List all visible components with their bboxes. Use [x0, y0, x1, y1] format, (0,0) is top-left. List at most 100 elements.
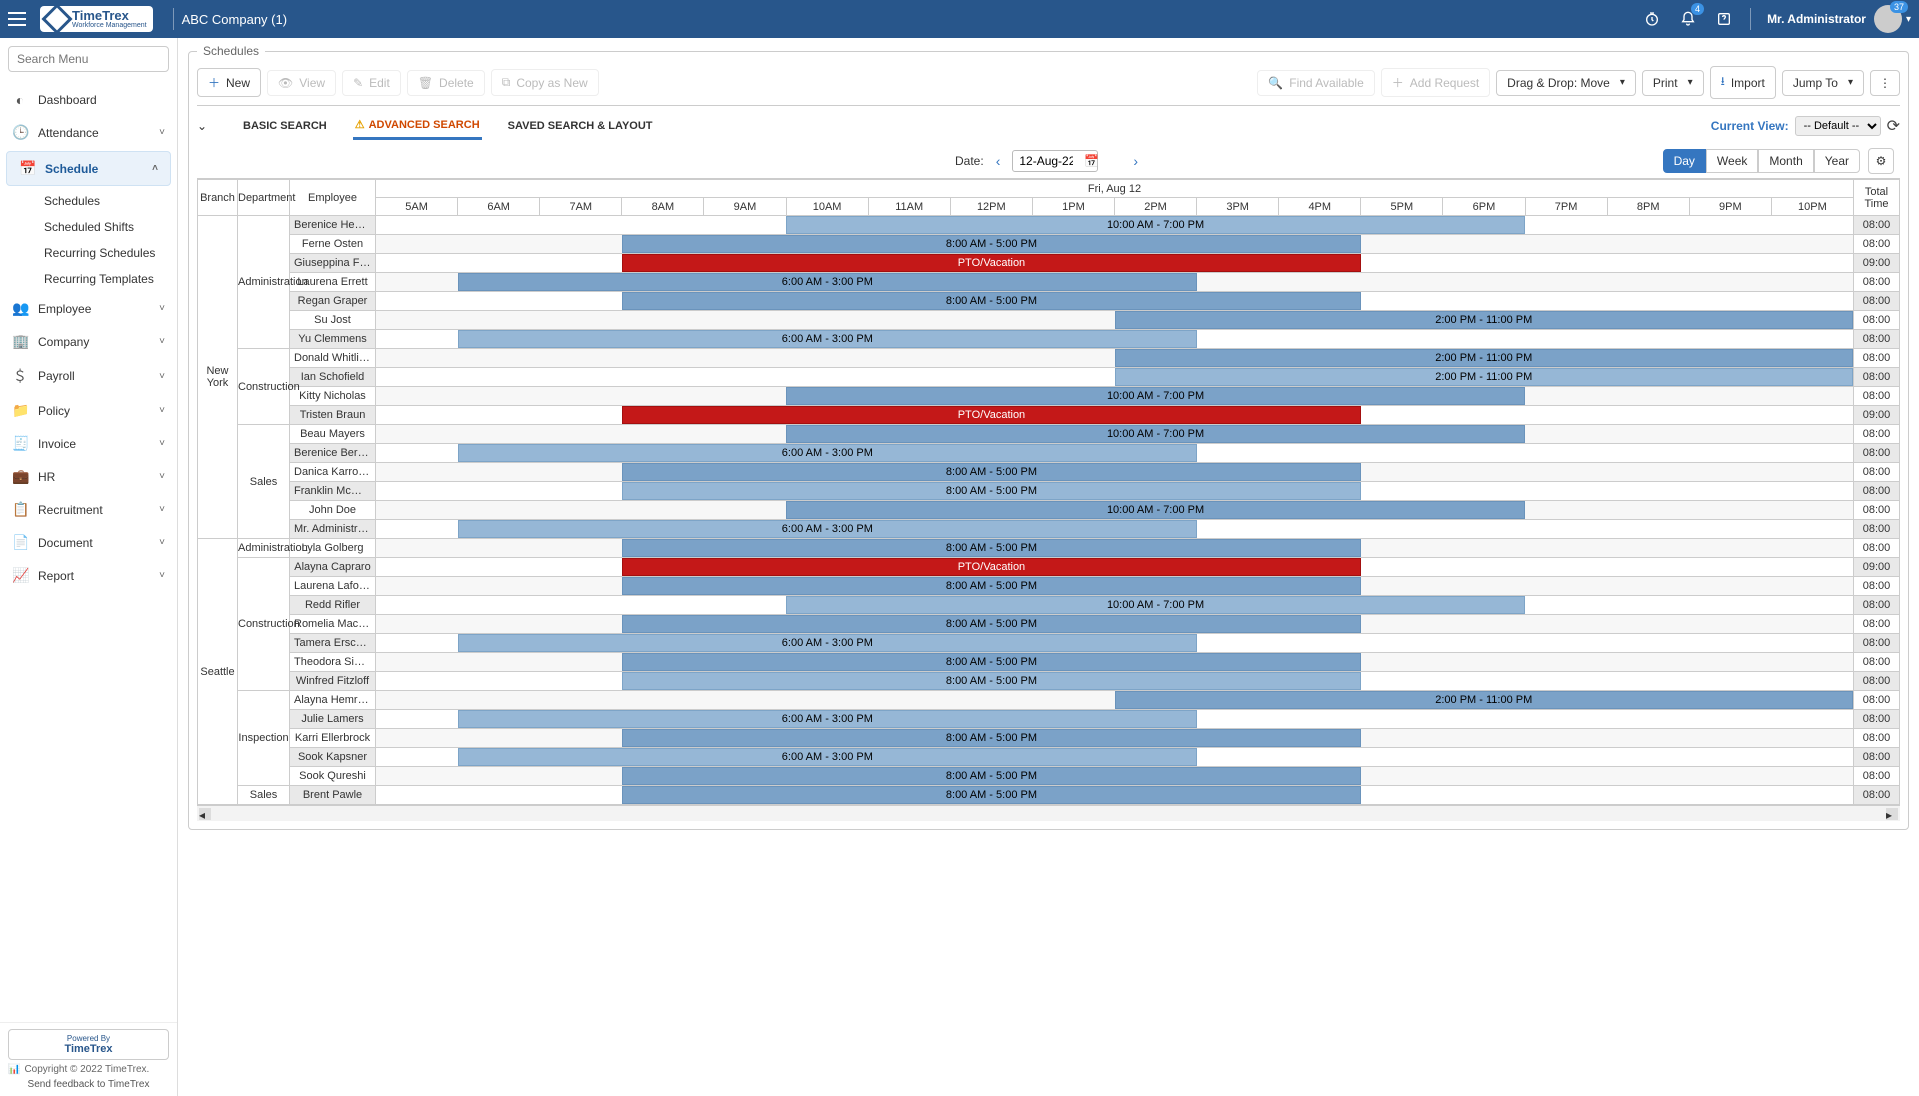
- schedule-row[interactable]: Mr. Administrator6:00 AM - 3:00 PM08:00: [198, 520, 1900, 539]
- feedback-link[interactable]: Send feedback to TimeTrex: [28, 1079, 150, 1090]
- sidebar-subitem-schedules[interactable]: Schedules: [32, 188, 177, 214]
- schedule-row[interactable]: Yu Clemmens6:00 AM - 3:00 PM08:00: [198, 330, 1900, 349]
- schedule-row[interactable]: Karri Ellerbrock8:00 AM - 5:00 PM08:00: [198, 729, 1900, 748]
- schedule-row[interactable]: Julie Lamers6:00 AM - 3:00 PM08:00: [198, 710, 1900, 729]
- shift-bar[interactable]: 8:00 AM - 5:00 PM: [622, 463, 1361, 481]
- new-button[interactable]: ＋New: [197, 68, 261, 97]
- shift-bar[interactable]: 10:00 AM - 7:00 PM: [786, 425, 1525, 443]
- timeline-cell[interactable]: PTO/Vacation: [376, 406, 1854, 425]
- timeline-cell[interactable]: 6:00 AM - 3:00 PM: [376, 634, 1854, 653]
- schedule-row[interactable]: Winfred Fitzloff8:00 AM - 5:00 PM08:00: [198, 672, 1900, 691]
- schedule-row[interactable]: Su Jost2:00 PM - 11:00 PM08:00: [198, 311, 1900, 330]
- timeline-cell[interactable]: 10:00 AM - 7:00 PM: [376, 387, 1854, 406]
- dragdrop-button[interactable]: Drag & Drop: Move▾: [1496, 70, 1636, 96]
- schedule-row[interactable]: Ferne Osten8:00 AM - 5:00 PM08:00: [198, 235, 1900, 254]
- schedule-row[interactable]: Kitty Nicholas10:00 AM - 7:00 PM08:00: [198, 387, 1900, 406]
- sidebar-item-invoice[interactable]: 🧾Invoice˅: [0, 427, 177, 460]
- timeline-cell[interactable]: 2:00 PM - 11:00 PM: [376, 349, 1854, 368]
- sidebar-item-report[interactable]: 📈Report˅: [0, 559, 177, 592]
- sidebar-item-dashboard[interactable]: ◐Dashboard: [0, 84, 177, 116]
- schedule-row[interactable]: Ian Schofield2:00 PM - 11:00 PM08:00: [198, 368, 1900, 387]
- collapse-tabs[interactable]: ⌄: [197, 119, 217, 133]
- timeline-cell[interactable]: 10:00 AM - 7:00 PM: [376, 501, 1854, 520]
- horizontal-scrollbar[interactable]: ◂ ▸: [197, 805, 1900, 821]
- schedule-row[interactable]: Tristen BraunPTO/Vacation09:00: [198, 406, 1900, 425]
- import-button[interactable]: ⭳Import: [1710, 66, 1776, 99]
- shift-bar[interactable]: 2:00 PM - 11:00 PM: [1115, 368, 1854, 386]
- company-name[interactable]: ABC Company (1): [182, 12, 287, 27]
- scroll-left[interactable]: ◂: [199, 808, 211, 820]
- view-day[interactable]: Day: [1663, 149, 1706, 173]
- bell-icon[interactable]: 4: [1674, 5, 1702, 33]
- timeline-cell[interactable]: PTO/Vacation: [376, 558, 1854, 577]
- sidebar-subitem-recurring-templates[interactable]: Recurring Templates: [32, 266, 177, 292]
- sidebar-item-company[interactable]: 🏢Company˅: [0, 325, 177, 358]
- reload-icon[interactable]: ⟳: [1887, 116, 1900, 136]
- shift-bar[interactable]: 6:00 AM - 3:00 PM: [458, 748, 1197, 766]
- timeline-cell[interactable]: 8:00 AM - 5:00 PM: [376, 463, 1854, 482]
- shift-bar[interactable]: 8:00 AM - 5:00 PM: [622, 729, 1361, 747]
- shift-bar[interactable]: 6:00 AM - 3:00 PM: [458, 444, 1197, 462]
- timeline-cell[interactable]: 8:00 AM - 5:00 PM: [376, 615, 1854, 634]
- schedule-row[interactable]: Redd Rifler10:00 AM - 7:00 PM08:00: [198, 596, 1900, 615]
- timeline-cell[interactable]: 8:00 AM - 5:00 PM: [376, 653, 1854, 672]
- timeline-cell[interactable]: 6:00 AM - 3:00 PM: [376, 520, 1854, 539]
- timeline-cell[interactable]: 6:00 AM - 3:00 PM: [376, 444, 1854, 463]
- shift-bar[interactable]: PTO/Vacation: [622, 406, 1361, 424]
- sidebar-item-payroll[interactable]: ＄Payroll˅: [0, 358, 177, 394]
- timeline-cell[interactable]: 6:00 AM - 3:00 PM: [376, 273, 1854, 292]
- timeline-cell[interactable]: 8:00 AM - 5:00 PM: [376, 729, 1854, 748]
- schedule-row[interactable]: Berenice Bereda6:00 AM - 3:00 PM08:00: [198, 444, 1900, 463]
- sidebar-subitem-scheduled-shifts[interactable]: Scheduled Shifts: [32, 214, 177, 240]
- schedule-row[interactable]: Franklin McMichaels8:00 AM - 5:00 PM08:0…: [198, 482, 1900, 501]
- schedule-grid-wrap[interactable]: BranchDepartmentEmployeeFri, Aug 12Total…: [197, 178, 1900, 805]
- shift-bar[interactable]: 10:00 AM - 7:00 PM: [786, 501, 1525, 519]
- shift-bar[interactable]: PTO/Vacation: [622, 254, 1361, 272]
- schedule-row[interactable]: SalesBeau Mayers10:00 AM - 7:00 PM08:00: [198, 425, 1900, 444]
- timeline-cell[interactable]: 2:00 PM - 11:00 PM: [376, 311, 1854, 330]
- timeline-cell[interactable]: 8:00 AM - 5:00 PM: [376, 539, 1854, 558]
- shift-bar[interactable]: 8:00 AM - 5:00 PM: [622, 653, 1361, 671]
- timeline-cell[interactable]: 8:00 AM - 5:00 PM: [376, 672, 1854, 691]
- view-month[interactable]: Month: [1758, 149, 1813, 173]
- tab-saved-search[interactable]: SAVED SEARCH & LAYOUT: [506, 114, 655, 138]
- shift-bar[interactable]: 8:00 AM - 5:00 PM: [622, 292, 1361, 310]
- sidebar-item-document[interactable]: 📄Document˅: [0, 526, 177, 559]
- jumpto-button[interactable]: Jump To▾: [1782, 70, 1864, 96]
- schedule-row[interactable]: SeattleAdministrationLyla Golberg8:00 AM…: [198, 539, 1900, 558]
- shift-bar[interactable]: 2:00 PM - 11:00 PM: [1115, 311, 1854, 329]
- schedule-row[interactable]: Laurena Laforest8:00 AM - 5:00 PM08:00: [198, 577, 1900, 596]
- sidebar-item-hr[interactable]: 💼HR˅: [0, 460, 177, 493]
- shift-bar[interactable]: 6:00 AM - 3:00 PM: [458, 634, 1197, 652]
- shift-bar[interactable]: 2:00 PM - 11:00 PM: [1115, 691, 1854, 709]
- search-menu-input[interactable]: [8, 46, 169, 72]
- timeline-cell[interactable]: 10:00 AM - 7:00 PM: [376, 596, 1854, 615]
- timeline-cell[interactable]: 6:00 AM - 3:00 PM: [376, 710, 1854, 729]
- timeline-cell[interactable]: 8:00 AM - 5:00 PM: [376, 786, 1854, 805]
- sidebar-subitem-recurring-schedules[interactable]: Recurring Schedules: [32, 240, 177, 266]
- view-week[interactable]: Week: [1706, 149, 1758, 173]
- next-day[interactable]: ›: [1129, 153, 1142, 169]
- schedule-row[interactable]: SalesBrent Pawle8:00 AM - 5:00 PM08:00: [198, 786, 1900, 805]
- schedule-row[interactable]: Theodora Simmons8:00 AM - 5:00 PM08:00: [198, 653, 1900, 672]
- chevron-down-icon[interactable]: ▾: [1906, 14, 1911, 25]
- timeline-cell[interactable]: 8:00 AM - 5:00 PM: [376, 292, 1854, 311]
- help-icon[interactable]: [1710, 5, 1738, 33]
- schedule-row[interactable]: Romelia Macvicar8:00 AM - 5:00 PM08:00: [198, 615, 1900, 634]
- user-name[interactable]: Mr. Administrator: [1767, 12, 1866, 26]
- shift-bar[interactable]: PTO/Vacation: [622, 558, 1361, 576]
- calendar-icon[interactable]: 📅: [1084, 154, 1099, 168]
- shift-bar[interactable]: 8:00 AM - 5:00 PM: [622, 539, 1361, 557]
- shift-bar[interactable]: 8:00 AM - 5:00 PM: [622, 767, 1361, 785]
- schedule-row[interactable]: Giuseppina FarrisPTO/Vacation09:00: [198, 254, 1900, 273]
- shift-bar[interactable]: 8:00 AM - 5:00 PM: [622, 615, 1361, 633]
- sidebar-item-policy[interactable]: 📁Policy˅: [0, 394, 177, 427]
- timeline-cell[interactable]: 2:00 PM - 11:00 PM: [376, 691, 1854, 710]
- shift-bar[interactable]: 8:00 AM - 5:00 PM: [622, 577, 1361, 595]
- more-button[interactable]: ⋮: [1870, 70, 1900, 96]
- shift-bar[interactable]: 6:00 AM - 3:00 PM: [458, 273, 1197, 291]
- shift-bar[interactable]: 6:00 AM - 3:00 PM: [458, 520, 1197, 538]
- schedule-row[interactable]: Sook Kapsner6:00 AM - 3:00 PM08:00: [198, 748, 1900, 767]
- shift-bar[interactable]: 8:00 AM - 5:00 PM: [622, 672, 1361, 690]
- shift-bar[interactable]: 10:00 AM - 7:00 PM: [786, 387, 1525, 405]
